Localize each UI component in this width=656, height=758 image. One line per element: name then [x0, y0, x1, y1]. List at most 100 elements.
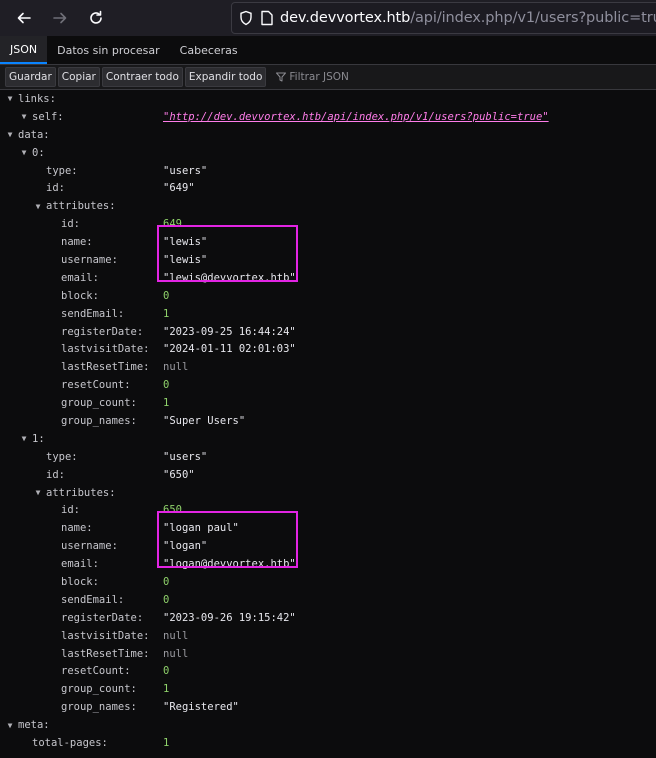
value-id: "650" [163, 468, 195, 481]
tree-row-item-1[interactable]: ▼ 1: [0, 430, 656, 448]
value-block: 0 [163, 289, 170, 302]
tree-row[interactable]: username: "lewis" [0, 251, 656, 269]
tree-row-links[interactable]: ▼ links: [0, 90, 656, 108]
key-id: id: [46, 182, 65, 195]
value-group-names: "Super Users" [163, 414, 246, 427]
address-bar[interactable]: dev.devvortex.htb/api/index.php/v1/users… [231, 2, 656, 34]
value-type: "users" [163, 164, 208, 177]
forward-button[interactable] [42, 0, 78, 36]
tree-row[interactable]: id: "649" [0, 179, 656, 197]
tree-row-item-0[interactable]: ▼ 0: [0, 144, 656, 162]
tree-row[interactable]: resetCount: 0 [0, 663, 656, 681]
filter-json-input[interactable]: Filtrar JSON [276, 71, 349, 83]
tree-row[interactable]: type: "users" [0, 162, 656, 180]
copy-button[interactable]: Copiar [57, 67, 100, 87]
tree-row[interactable]: group_names: "Registered" [0, 698, 656, 716]
save-button[interactable]: Guardar [5, 67, 56, 87]
tree-row[interactable]: group_count: 1 [0, 394, 656, 412]
tree-row-attributes[interactable]: ▼ attributes: [0, 484, 656, 502]
chevron-down-icon[interactable]: ▼ [5, 130, 15, 140]
tree-row[interactable]: email: "lewis@devvortex.htb" [0, 269, 656, 287]
self-link[interactable]: "http://dev.devvortex.htb/api/index.php/… [163, 111, 549, 123]
chevron-down-icon[interactable]: ▼ [5, 94, 15, 104]
tree-row[interactable]: resetCount: 0 [0, 376, 656, 394]
key-index: 1: [32, 432, 45, 445]
value-lastresettime: null [163, 647, 189, 660]
tab-json[interactable]: JSON [0, 36, 48, 64]
tree-row[interactable]: registerDate: "2023-09-25 16:44:24" [0, 323, 656, 341]
key-type: type: [46, 450, 78, 463]
tree-row-meta[interactable]: ▼ meta: [0, 716, 656, 734]
expand-all-button[interactable]: Expandir todo [184, 67, 267, 87]
reload-button[interactable] [78, 0, 114, 36]
url-path: /api/index.php/v1/users?public=true [410, 10, 656, 26]
json-tree: ▼ links: ▼ self: "http://dev.devvortex.h… [0, 90, 656, 752]
tab-raw-data[interactable]: Datos sin procesar [47, 36, 170, 64]
key-total-pages: total-pages: [32, 737, 108, 749]
json-toolbar: Guardar Copiar Contraer todo Expandir to… [0, 65, 656, 90]
tree-row[interactable]: type: "users" [0, 448, 656, 466]
chevron-down-icon[interactable]: ▼ [33, 488, 43, 498]
url-text[interactable]: dev.devvortex.htb/api/index.php/v1/users… [280, 10, 656, 26]
tree-row[interactable]: registerDate: "2023-09-26 19:15:42" [0, 609, 656, 627]
url-host: dev.devvortex.htb [280, 10, 411, 26]
key-username: username: [61, 540, 118, 553]
key-group-names: group_names: [61, 701, 137, 714]
tree-row-data[interactable]: ▼ data: [0, 126, 656, 144]
tree-row-self[interactable]: ▼ self: "http://dev.devvortex.htb/api/in… [0, 108, 656, 126]
json-viewer-tabs: JSON Datos sin procesar Cabeceras [0, 36, 656, 65]
tree-row[interactable]: username: "logan" [0, 537, 656, 555]
key-group-count: group_count: [61, 397, 137, 410]
tree-row[interactable]: sendEmail: 1 [0, 305, 656, 323]
arrow-right-icon [53, 12, 67, 24]
key-sendemail: sendEmail: [61, 593, 125, 606]
key-name: name: [61, 236, 93, 249]
value-registerdate: "2023-09-25 16:44:24" [163, 325, 296, 338]
tree-row[interactable]: block: 0 [0, 573, 656, 591]
reload-icon [90, 10, 102, 24]
chevron-down-icon[interactable]: ▼ [19, 434, 29, 444]
value-total-pages: 1 [163, 737, 170, 749]
value-lastvisitdate: null [163, 629, 189, 642]
tree-row-attributes[interactable]: ▼ attributes: [0, 197, 656, 215]
collapse-all-button[interactable]: Contraer todo [101, 67, 183, 87]
tree-row[interactable]: group_names: "Super Users" [0, 412, 656, 430]
key-type: type: [46, 164, 78, 177]
key-sendemail: sendEmail: [61, 307, 125, 320]
document-icon [261, 10, 273, 26]
key-meta: meta: [18, 719, 50, 732]
back-button[interactable] [6, 0, 42, 36]
tree-row[interactable]: id: 650 [0, 501, 656, 519]
tree-row[interactable]: group_count: 1 [0, 680, 656, 698]
page-icon[interactable] [260, 10, 274, 26]
tab-headers[interactable]: Cabeceras [170, 36, 248, 64]
chevron-down-icon[interactable]: ▼ [5, 720, 15, 730]
tree-row[interactable]: name: "lewis" [0, 233, 656, 251]
key-username: username: [61, 253, 118, 266]
tree-row[interactable]: lastResetTime: null [0, 645, 656, 663]
shield-icon [240, 10, 252, 26]
tree-row[interactable]: id: 649 [0, 215, 656, 233]
tree-row[interactable]: id: "650" [0, 466, 656, 484]
chevron-down-icon[interactable]: ▼ [33, 201, 43, 211]
chevron-down-icon[interactable]: ▼ [19, 148, 29, 158]
tree-row[interactable]: name: "logan paul" [0, 519, 656, 537]
key-data: data: [18, 128, 50, 141]
value-block: 0 [163, 575, 170, 588]
tree-row[interactable]: total-pages: 1 [0, 734, 656, 752]
chevron-down-icon[interactable]: ▼ [19, 112, 29, 122]
tree-row[interactable]: lastvisitDate: null [0, 627, 656, 645]
tree-row[interactable]: email: "logan@devvortex.htb" [0, 555, 656, 573]
tree-row[interactable]: block: 0 [0, 287, 656, 305]
key-resetcount: resetCount: [61, 379, 131, 392]
tree-row[interactable]: lastvisitDate: "2024-01-11 02:01:03" [0, 340, 656, 358]
filter-placeholder: Filtrar JSON [289, 71, 349, 83]
key-attributes: attributes: [46, 486, 116, 499]
tree-row[interactable]: sendEmail: 0 [0, 591, 656, 609]
key-lastvisitdate: lastvisitDate: [61, 343, 150, 356]
key-attributes: attributes: [46, 200, 116, 213]
site-info-icon[interactable] [238, 10, 254, 26]
key-name: name: [61, 522, 93, 535]
key-self: self: [32, 110, 64, 123]
tree-row[interactable]: lastResetTime: null [0, 358, 656, 376]
